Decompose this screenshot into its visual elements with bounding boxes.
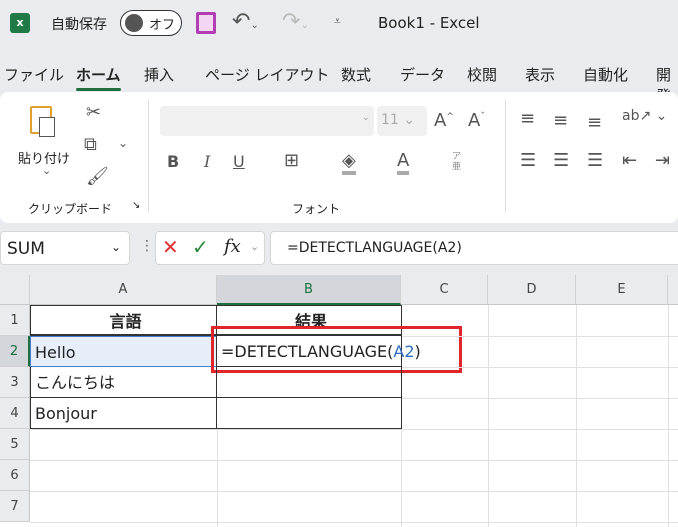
customize-qat-icon[interactable]: ⩡ [334,14,341,29]
save-icon[interactable] [196,12,216,34]
align-top-icon[interactable]: ≡ [520,108,535,129]
underline-button[interactable]: U [233,152,245,171]
autosave-label: 自動保存 [51,17,107,33]
insert-function-button[interactable]: fx [224,236,241,257]
redo-icon: ↷⌄ [282,9,309,34]
align-center-icon[interactable]: ☰ [553,150,569,171]
fill-color-icon[interactable]: ◈ [342,150,356,175]
tab-review[interactable]: 校閲 [467,64,497,85]
tab-formulas[interactable]: 数式 [341,64,371,85]
cancel-icon[interactable]: ✕ [162,235,179,259]
copy-icon[interactable]: ⧉ [84,134,97,155]
increase-font-icon[interactable]: A^ [434,110,454,131]
excel-logo-icon: x [10,13,30,33]
tab-data[interactable]: データ [400,64,445,85]
copy-dropdown-icon[interactable]: ⌄ [118,136,128,150]
paste-icon[interactable] [30,106,55,137]
format-painter-icon[interactable]: 🖌 [86,166,109,187]
tab-file[interactable]: ファイル [4,64,64,85]
ribbon: 貼り付け ⌄ ✂ ⧉ ⌄ 🖌 クリップボード ↘ ⌄ 11 ⌄ A^ Aˇ B … [0,92,678,223]
fx-dropdown-icon[interactable]: ⌄ [250,240,259,253]
align-left-icon[interactable]: ☰ [520,150,536,171]
clipboard-launcher-icon[interactable]: ↘ [132,200,140,211]
align-bottom-icon[interactable]: ≡ [587,112,602,133]
font-name-box[interactable]: ⌄ [160,106,374,136]
worksheet-grid[interactable]: A B C D E 1 2 3 4 5 6 7 言語 結果 Hello =DET… [0,275,678,527]
orientation-icon[interactable]: ab↗ ⌄ [622,108,667,124]
italic-button[interactable]: I [204,152,210,171]
formula-input[interactable]: =DETECTLANGUAGE(A2) [270,231,678,265]
font-color-button[interactable]: A [397,150,410,175]
gridlines [30,305,678,527]
decrease-indent-icon[interactable]: ⇤ [622,150,637,171]
align-middle-icon[interactable]: ≡ [553,110,568,131]
decrease-font-icon[interactable]: Aˇ [468,110,485,131]
autosave-toggle[interactable]: オフ [120,10,182,36]
tab-home[interactable]: ホーム [76,64,121,91]
tab-view[interactable]: 表示 [525,64,555,85]
bold-button[interactable]: B [167,152,179,171]
tab-insert[interactable]: 挿入 [144,64,174,85]
phonetic-guide-button[interactable]: ア亜 [452,152,464,172]
font-size-box[interactable]: 11 ⌄ [377,106,427,136]
clipboard-group-label: クリップボード [28,202,113,216]
tab-automate[interactable]: 自動化 [583,64,628,85]
more-icon[interactable]: ⋮ [140,238,154,254]
tab-page-layout[interactable]: ページ レイアウト [205,64,329,85]
window-title: Book1 - Excel [378,14,480,32]
borders-icon[interactable]: ⊞ [284,150,299,171]
undo-icon[interactable]: ↶⌄ [232,9,259,34]
align-right-icon[interactable]: ☰ [587,150,603,171]
paste-dropdown-icon[interactable]: ⌄ [42,164,51,177]
cut-icon[interactable]: ✂ [86,102,101,123]
font-group-label: フォント [292,202,341,216]
formula-buttons: ✕ ✓ fx ⌄ [155,231,265,265]
enter-icon[interactable]: ✓ [192,235,209,259]
increase-indent-icon[interactable]: ⇥ [655,150,670,171]
name-box[interactable]: SUM ⌄ [0,231,130,265]
